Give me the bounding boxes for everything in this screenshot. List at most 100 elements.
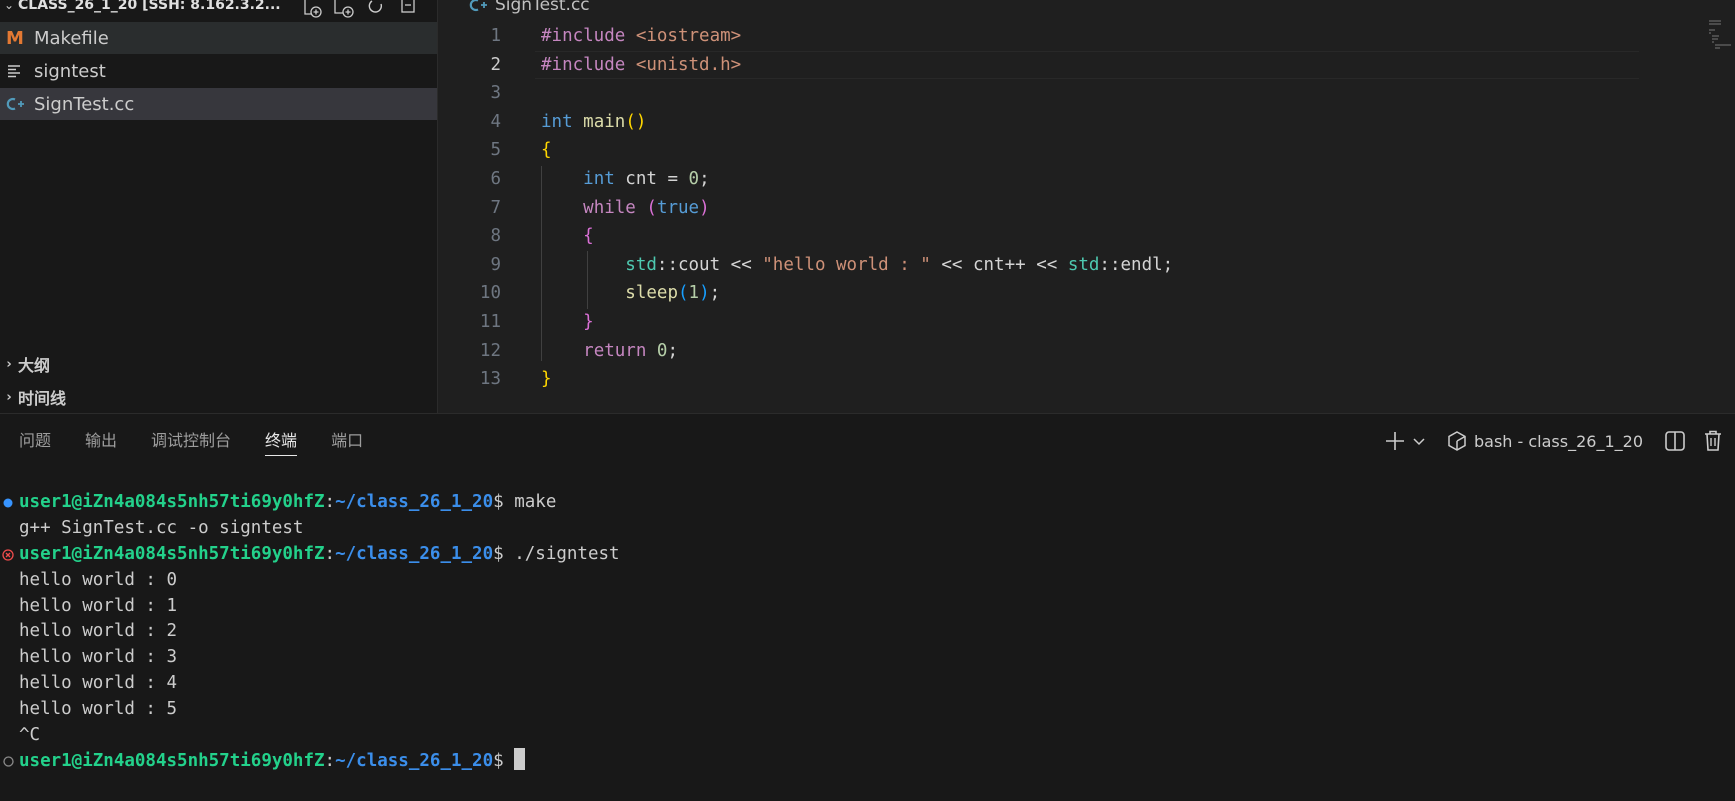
code-line[interactable]: 11 }: [439, 308, 1699, 337]
chevron-down-icon: ⌄: [3, 0, 15, 12]
collapse-all-icon[interactable]: [397, 0, 419, 16]
section-label: 大纲: [18, 356, 51, 375]
code-token: #include: [541, 54, 636, 75]
code-text: #include <iostream>: [541, 22, 741, 51]
panel-tab[interactable]: 输出: [85, 428, 117, 460]
panel-tabs: 问题 输出 调试控制台 终端 端口: [0, 428, 378, 460]
outline-section[interactable]: › 大纲: [0, 349, 437, 379]
code-text: #include <unistd.h>: [541, 51, 741, 80]
split-terminal-icon[interactable]: [1663, 429, 1687, 453]
refresh-icon[interactable]: [365, 0, 387, 16]
code-token: {: [583, 226, 594, 247]
indent-guide: [587, 251, 588, 309]
code-line[interactable]: 5{: [439, 136, 1699, 165]
file-item-signtest-cc[interactable]: SignTest.cc: [0, 88, 437, 120]
code-text: {: [541, 136, 552, 165]
new-folder-icon[interactable]: [333, 0, 355, 18]
code-line[interactable]: 9 std::cout << "hello world : " << cnt++…: [439, 251, 1699, 280]
terminal-text: hello world : 1: [19, 595, 178, 616]
terminal-separator: :: [324, 750, 336, 771]
section-label: 时间线: [18, 389, 67, 408]
code-line[interactable]: 3: [439, 79, 1699, 108]
file-item-makefile[interactable]: M Makefile: [0, 22, 437, 54]
bottom-panel: 问题 输出 调试控制台 终端 端口 bash - class_26_1_20 user1…: [0, 413, 1735, 801]
terminal-separator: :: [324, 492, 336, 512]
terminal-output[interactable]: user1@iZn4a084s5nh57ti69y0hfZ:~/class_26…: [0, 490, 620, 775]
code-line[interactable]: 8 {: [439, 222, 1699, 251]
code-editor[interactable]: SignTest.cc 1 #include <iostream> 2 #includ…: [439, 0, 1735, 413]
panel-tab[interactable]: 问题: [19, 428, 51, 460]
terminal-output-line: hello world : 2: [0, 619, 620, 645]
code-token: (): [625, 111, 647, 132]
file-name: Makefile: [34, 27, 109, 49]
code-token: ::cout <<: [656, 254, 763, 275]
code-token: while: [583, 197, 636, 218]
panel-tab[interactable]: 调试控制台: [151, 428, 231, 460]
code-text: int cnt = 0;: [541, 165, 710, 194]
chevron-down-icon[interactable]: [1412, 434, 1426, 448]
new-terminal-icon[interactable]: [1384, 430, 1406, 452]
code-text: }: [541, 308, 594, 337]
line-number: 4: [490, 111, 501, 132]
line-number: 5: [490, 140, 501, 161]
terminal-name[interactable]: bash - class_26_1_20: [1474, 432, 1643, 451]
terminal-separator: :: [324, 543, 336, 564]
panel-tab[interactable]: 终端: [265, 428, 298, 456]
code-line[interactable]: 10 sleep(1);: [439, 279, 1699, 308]
terminal-text: hello world : 5: [19, 699, 178, 720]
code-token: ::endl;: [1099, 254, 1174, 275]
terminal-text: hello world : 0: [19, 569, 178, 590]
command-pending-icon[interactable]: [1, 749, 15, 775]
code-token: cnt =: [614, 168, 689, 189]
code-token: true: [656, 197, 700, 218]
terminal-output-line: hello world : 3: [0, 645, 620, 671]
terminal-prompt-line: user1@iZn4a084s5nh57ti69y0hfZ:~/class_26…: [0, 748, 620, 775]
code-line[interactable]: 12 return 0;: [439, 337, 1699, 366]
code-line[interactable]: 4 int main(): [439, 108, 1699, 137]
code-token: ;: [699, 168, 710, 189]
command-error-icon[interactable]: [1, 542, 15, 568]
terminal-output-line: hello world : 4: [0, 671, 620, 697]
code-text: {: [541, 222, 594, 251]
new-file-icon[interactable]: [301, 0, 323, 18]
terminal-prompt-line: user1@iZn4a084s5nh57ti69y0hfZ:~/class_26…: [0, 490, 620, 516]
code-token: <iostream>: [635, 26, 742, 46]
explorer-actions: [301, 0, 419, 18]
editor-tab[interactable]: SignTest.cc: [469, 0, 590, 16]
code-token: #include: [541, 26, 636, 46]
panel-tab[interactable]: 端口: [331, 428, 363, 460]
code-token: "hello world : ": [762, 254, 931, 275]
code-token: 0: [688, 168, 700, 189]
terminal-text: ^C: [19, 725, 41, 746]
code-lines[interactable]: 1 #include <iostream> 2 #include <unistd.h>…: [439, 22, 1699, 394]
command-success-icon[interactable]: [1, 490, 15, 516]
code-token: 0: [656, 340, 668, 361]
code-line[interactable]: 2 #include <unistd.h>: [439, 50, 1699, 80]
code-line[interactable]: 13}: [439, 365, 1699, 394]
line-number: 12: [479, 340, 501, 361]
line-number: 10: [479, 283, 501, 304]
code-line[interactable]: 6 int cnt = 0;: [439, 165, 1699, 194]
code-line[interactable]: 7 while (true): [439, 194, 1699, 223]
terminal-user: user1@iZn4a084s5nh57ti69y0hfZ: [19, 543, 325, 564]
terminal-user: user1@iZn4a084s5nh57ti69y0hfZ: [19, 492, 325, 512]
code-token: ;: [709, 283, 721, 304]
code-text: sleep(1);: [541, 279, 720, 308]
terminal-user: user1@iZn4a084s5nh57ti69y0hfZ: [19, 750, 325, 771]
timeline-section[interactable]: › 时间线: [0, 382, 437, 412]
file-item-signtest[interactable]: signtest: [0, 55, 437, 87]
code-text: std::cout << "hello world : " << cnt++ <…: [541, 251, 1173, 280]
code-text: while (true): [541, 194, 709, 223]
code-token: return: [583, 340, 647, 361]
code-line[interactable]: 1 #include <iostream>: [439, 22, 1699, 51]
minimap[interactable]: [1707, 18, 1733, 52]
code-token: int: [541, 111, 573, 132]
trash-icon[interactable]: [1701, 429, 1725, 453]
code-token: std: [1067, 254, 1100, 275]
code-token: {: [541, 140, 552, 161]
